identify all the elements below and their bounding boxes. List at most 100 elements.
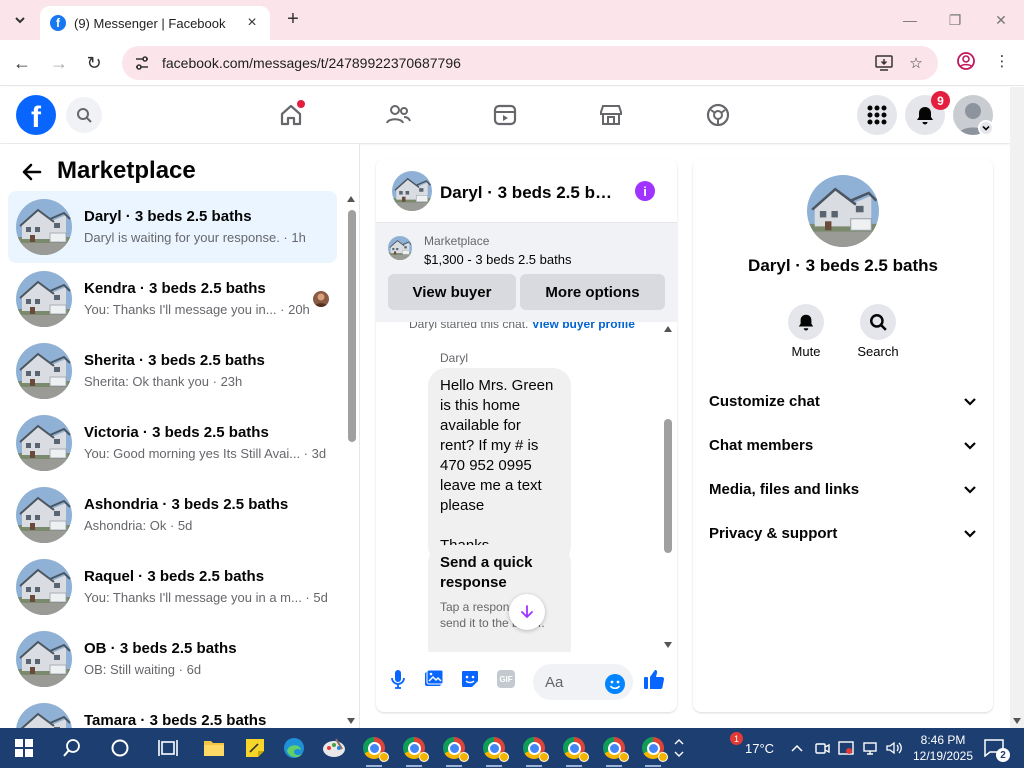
menu-grid-icon[interactable]	[857, 95, 897, 135]
quick-response-card[interactable]: Send a quick response Tap a response to …	[428, 545, 571, 652]
page-scrollbar[interactable]	[1010, 87, 1024, 728]
customize-chat-section[interactable]: Customize chat	[701, 379, 985, 423]
profile-icon[interactable]	[956, 52, 976, 70]
section-label: Privacy & support	[709, 524, 838, 542]
weather-badge: 1	[730, 732, 743, 745]
conversation-item[interactable]: Kendra · 3 beds 2.5 baths You: Thanks I'…	[8, 263, 337, 335]
sticky-notes-icon[interactable]	[243, 736, 267, 760]
arrow-down-icon	[521, 605, 533, 619]
info-panel-title: Daryl · 3 beds 2.5 baths	[748, 256, 938, 275]
scrollbar-thumb[interactable]	[348, 210, 356, 442]
chrome-icon[interactable]	[522, 736, 549, 767]
conversation-item[interactable]: Tamara · 3 beds 2.5 baths	[8, 695, 337, 728]
chrome-icon[interactable]	[641, 736, 668, 767]
taskbar-search-icon[interactable]	[60, 736, 84, 760]
chrome-icon[interactable]	[482, 736, 509, 767]
conversation-item[interactable]: Raquel · 3 beds 2.5 baths You: Thanks I'…	[8, 551, 337, 623]
scroll-to-bottom-button[interactable]	[509, 594, 545, 630]
message-thread[interactable]: Daryl started this chat. View buyer prof…	[376, 322, 677, 652]
taskbar-clock[interactable]: 8:46 PM 12/19/2025	[912, 732, 974, 764]
emoji-icon[interactable]	[605, 674, 625, 694]
conversation-list-scrollbar[interactable]	[345, 192, 357, 728]
video-icon[interactable]	[489, 99, 521, 131]
house-thumbnail	[16, 271, 72, 327]
conversation-name: Ashondria · 3 beds 2.5 baths	[84, 496, 289, 513]
house-thumbnail	[16, 559, 72, 615]
chat-members-section[interactable]: Chat members	[701, 423, 985, 467]
sticker-icon[interactable]	[459, 668, 481, 690]
conversation-item[interactable]: Daryl · 3 beds 2.5 baths Daryl is waitin…	[8, 191, 337, 263]
conversation-item[interactable]: Ashondria · 3 beds 2.5 baths Ashondria: …	[8, 479, 337, 551]
bookmark-star-icon[interactable]: ☆	[906, 55, 926, 72]
windows-start-icon[interactable]	[12, 736, 36, 760]
volume-icon[interactable]	[884, 736, 904, 760]
quick-response-title: Send a quick response	[440, 554, 533, 591]
search-label: Search	[857, 344, 899, 359]
house-thumbnail	[16, 343, 72, 399]
friends-icon[interactable]	[382, 99, 414, 131]
show-hidden-icons-chevron-icon[interactable]	[788, 736, 806, 760]
conversation-item[interactable]: OB · 3 beds 2.5 baths OB: Still waiting …	[8, 623, 337, 695]
browser-tab-messenger[interactable]: f (9) Messenger | Facebook ×	[40, 6, 270, 40]
window-close-icon[interactable]: ✕	[989, 8, 1013, 32]
paint-app-icon[interactable]	[322, 736, 346, 760]
view-buyer-button[interactable]: View buyer	[388, 274, 516, 310]
chrome-icon[interactable]	[602, 736, 629, 767]
conversation-item[interactable]: Sherita · 3 beds 2.5 baths Sherita: Ok t…	[8, 335, 337, 407]
search-in-chat-button[interactable]: Search	[848, 304, 908, 359]
back-arrow-icon[interactable]	[20, 160, 44, 184]
gaming-icon[interactable]	[702, 99, 734, 131]
gif-icon[interactable]: GIF	[497, 670, 515, 688]
sender-name: Daryl	[440, 351, 469, 365]
cortana-icon[interactable]	[108, 736, 132, 760]
thumbs-up-icon[interactable]	[643, 668, 665, 690]
tab-close-icon[interactable]: ×	[244, 14, 260, 32]
message-composer: GIF	[376, 652, 677, 712]
chrome-icon[interactable]	[402, 736, 429, 767]
action-center-icon[interactable]: 2	[982, 736, 1010, 762]
tab-search-chevron-icon[interactable]	[8, 8, 32, 32]
meet-now-icon[interactable]	[812, 736, 832, 760]
chrome-icon[interactable]	[562, 736, 589, 767]
task-view-icon[interactable]	[156, 736, 180, 760]
site-settings-icon[interactable]	[134, 55, 150, 71]
facebook-logo-icon[interactable]: f	[16, 95, 56, 135]
more-options-button[interactable]: More options	[520, 274, 665, 310]
install-app-icon[interactable]	[874, 55, 894, 71]
scrollbar-thumb[interactable]	[664, 419, 672, 553]
mute-button[interactable]: Mute	[776, 304, 836, 359]
privacy-support-section[interactable]: Privacy & support	[701, 511, 985, 555]
photo-icon[interactable]	[423, 668, 445, 690]
back-arrow-icon[interactable]: ←	[10, 51, 34, 75]
marketplace-icon[interactable]	[595, 99, 627, 131]
edge-browser-icon[interactable]	[282, 736, 306, 760]
file-explorer-icon[interactable]	[202, 736, 226, 760]
window-minimize-icon[interactable]: —	[898, 8, 922, 32]
forward-arrow-icon[interactable]: →	[47, 51, 71, 75]
omnibox[interactable]: facebook.com/messages/t/2478992237068779…	[122, 46, 938, 80]
chrome-icon[interactable]	[442, 736, 469, 767]
section-label: Chat members	[709, 436, 814, 454]
chrome-icon[interactable]	[362, 736, 389, 767]
window-restore-icon[interactable]: ❐	[943, 8, 967, 32]
account-chevron-down-icon[interactable]	[978, 120, 994, 136]
chat-header[interactable]: Daryl · 3 beds 2.5 bat... i	[376, 159, 677, 223]
browser-menu-icon[interactable]: ⋮	[992, 53, 1012, 70]
chat-scrollbar[interactable]	[662, 322, 674, 652]
notifications-bell-icon[interactable]: 9	[905, 91, 950, 135]
view-buyer-profile-link[interactable]: View buyer profile	[532, 322, 635, 331]
taskbar-overflow-chevron-icon[interactable]	[672, 736, 686, 760]
section-label: Media, files and links	[709, 480, 860, 498]
media-files-links-section[interactable]: Media, files and links	[701, 467, 985, 511]
conversation-item[interactable]: Victoria · 3 beds 2.5 baths You: Good mo…	[8, 407, 337, 479]
weather-icon[interactable]: 1	[713, 732, 743, 760]
mute-label: Mute	[791, 344, 821, 359]
microphone-icon[interactable]	[387, 668, 409, 690]
new-tab-plus-icon[interactable]: +	[282, 8, 304, 30]
network-icon[interactable]	[860, 736, 880, 760]
search-icon[interactable]	[66, 97, 102, 133]
reload-icon[interactable]: ↻	[82, 51, 106, 75]
security-alert-icon[interactable]	[836, 736, 856, 760]
home-icon[interactable]	[275, 99, 307, 131]
info-icon[interactable]: i	[635, 181, 655, 201]
